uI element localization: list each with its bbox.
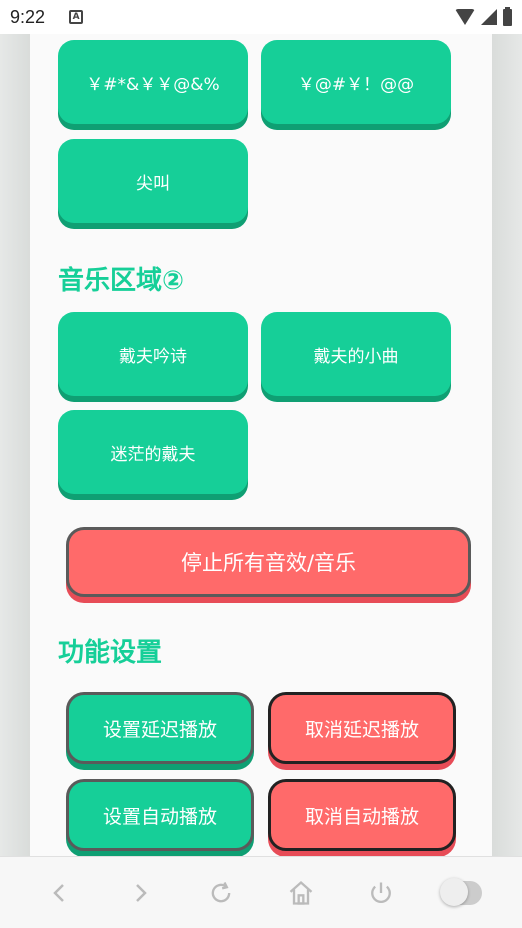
bottom-nav-bar bbox=[0, 856, 522, 928]
section-title-settings: 功能设置 bbox=[58, 638, 163, 668]
power-icon[interactable] bbox=[361, 873, 401, 913]
battery-icon bbox=[503, 6, 512, 26]
music-button-confused-dave[interactable]: 迷茫的戴夫 bbox=[58, 410, 248, 494]
toggle-track bbox=[439, 877, 482, 906]
set-delay-play-button[interactable]: 设置延迟播放 bbox=[66, 692, 254, 764]
scream-button[interactable]: 尖叫 bbox=[58, 139, 248, 223]
status-icons bbox=[455, 6, 512, 26]
status-time: 9:22 bbox=[10, 6, 46, 27]
notification-icon: A bbox=[69, 10, 84, 24]
section-title-music-2: 音乐区域② bbox=[58, 266, 185, 296]
home-icon[interactable] bbox=[281, 873, 321, 913]
refresh-icon[interactable] bbox=[201, 873, 241, 913]
right-margin bbox=[492, 34, 522, 856]
music-button-dave-poem[interactable]: 戴夫吟诗 bbox=[58, 312, 248, 396]
music-button-dave-tune[interactable]: 戴夫的小曲 bbox=[261, 312, 451, 396]
sound-button-1[interactable]: ￥#*&￥￥@&% bbox=[58, 40, 248, 124]
cancel-auto-play-button[interactable]: 取消自动播放 bbox=[268, 779, 456, 851]
signal-icon bbox=[481, 9, 497, 25]
toggle-switch[interactable] bbox=[439, 873, 482, 913]
content-panel[interactable]: ￥#*&￥￥@&% ￥@#￥！@@ 尖叫 音乐区域② 戴夫吟诗 戴夫的小曲 迷茫… bbox=[30, 34, 492, 856]
sound-button-2[interactable]: ￥@#￥！@@ bbox=[261, 40, 451, 124]
cancel-delay-play-button[interactable]: 取消延迟播放 bbox=[268, 692, 456, 764]
status-bar: 9:22 A bbox=[0, 0, 522, 34]
back-icon[interactable] bbox=[40, 873, 80, 913]
forward-icon[interactable] bbox=[120, 873, 160, 913]
stop-all-button[interactable]: 停止所有音效/音乐 bbox=[66, 527, 471, 597]
wifi-icon bbox=[455, 9, 475, 25]
set-auto-play-button[interactable]: 设置自动播放 bbox=[66, 779, 254, 851]
left-margin bbox=[0, 34, 30, 856]
